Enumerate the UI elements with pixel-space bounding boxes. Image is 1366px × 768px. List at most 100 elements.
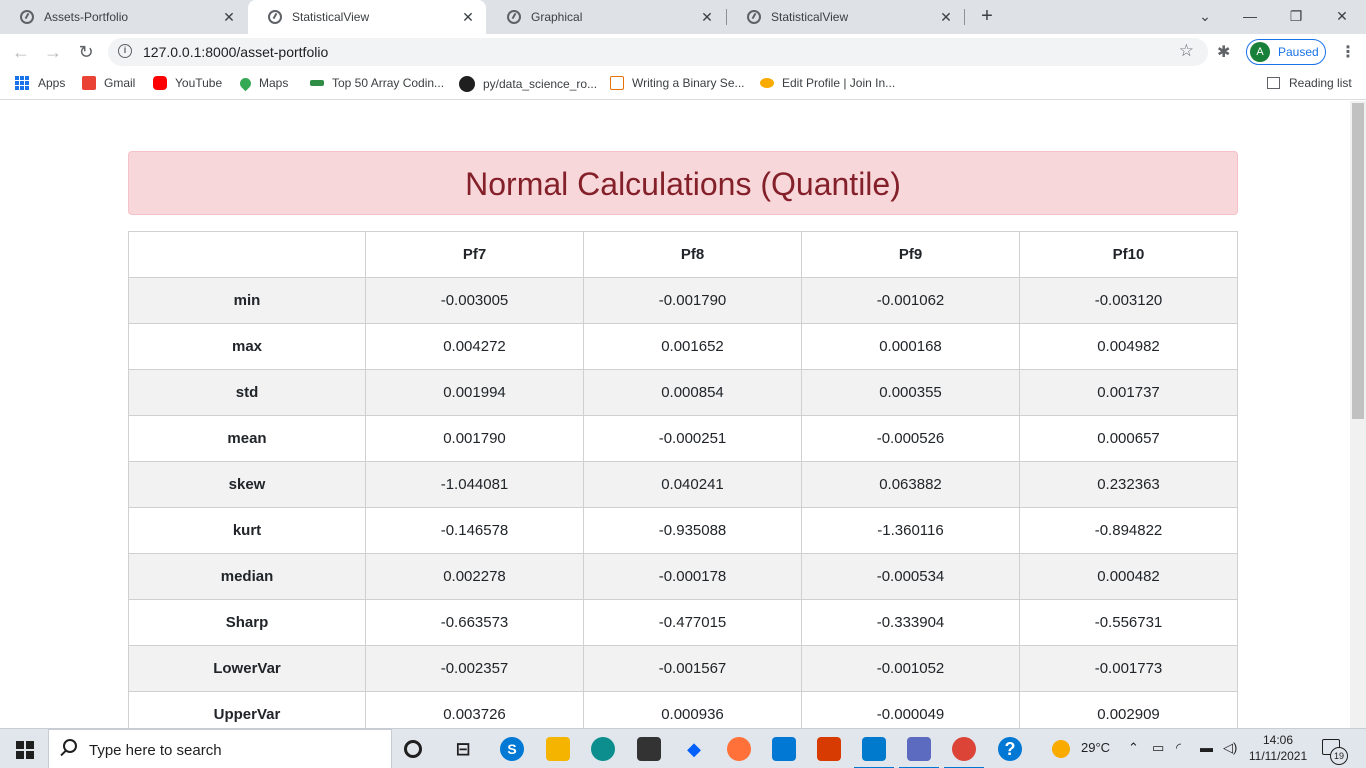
bookmark-label: Gmail	[104, 76, 136, 90]
vscode-icon[interactable]	[854, 737, 894, 768]
back-button[interactable]: ←	[10, 41, 32, 63]
notification-count-badge: 19	[1330, 747, 1348, 765]
forward-button[interactable]: →	[42, 41, 64, 63]
battery-status-icon[interactable]: ▭	[1152, 740, 1164, 756]
bookmark-label: Writing a Binary Se...	[632, 76, 745, 90]
office-icon[interactable]	[817, 737, 841, 761]
table-cell: -0.000251	[583, 415, 802, 462]
reading-list-button[interactable]: Reading list	[1267, 76, 1352, 90]
edge-icon[interactable]	[591, 737, 615, 761]
windows-start-icon[interactable]	[16, 741, 34, 759]
bookmark-edit-profile[interactable]: Edit Profile | Join In...	[760, 76, 895, 90]
table-cell: 0.002909	[1019, 691, 1238, 728]
close-window-button[interactable]: ✕	[1330, 5, 1354, 27]
bookmark-youtube[interactable]: YouTube	[153, 76, 222, 90]
table-cell: -0.003120	[1019, 277, 1238, 324]
bookmark-binary-search[interactable]: Writing a Binary Se...	[610, 76, 745, 90]
row-label: std	[128, 369, 366, 416]
firefox-icon[interactable]	[727, 737, 751, 761]
profile-button[interactable]: A Paused	[1246, 39, 1326, 65]
tab-title: StatisticalView	[292, 10, 370, 24]
bookmark-geeksforgeeks[interactable]: Top 50 Array Codin...	[310, 76, 444, 90]
table-cell: -0.556731	[1019, 599, 1238, 646]
weather-temperature[interactable]: 29°C	[1081, 740, 1110, 755]
table-row: kurt -0.146578 -0.935088 -1.360116 -0.89…	[128, 507, 1238, 554]
statistics-table: Pf7 Pf8 Pf9 Pf10 min -0.003005 -0.001790…	[128, 231, 1238, 728]
new-tab-button[interactable]: +	[977, 6, 997, 26]
table-row: Sharp -0.663573 -0.477015 -0.333904 -0.5…	[128, 599, 1238, 646]
volume-icon[interactable]: ◁)	[1223, 740, 1237, 756]
close-icon[interactable]: ✕	[460, 9, 476, 25]
tab-graphical[interactable]: Graphical ✕	[487, 0, 725, 34]
scrollbar-thumb[interactable]	[1352, 103, 1364, 419]
extensions-puzzle-icon[interactable]: ✱	[1217, 42, 1230, 62]
tab-statisticalview-active[interactable]: StatisticalView ✕	[248, 0, 486, 34]
table-cell: 0.000657	[1019, 415, 1238, 462]
address-bar[interactable]: i 127.0.0.1:8000/asset-portfolio ☆	[108, 38, 1208, 66]
info-icon[interactable]: i	[118, 44, 132, 58]
table-row: UpperVar 0.003726 0.000936 -0.000049 0.0…	[128, 691, 1238, 728]
table-cell: -0.001052	[801, 645, 1020, 692]
chrome-icon[interactable]	[944, 737, 984, 768]
skype-icon[interactable]: S	[500, 737, 524, 761]
bookmark-label: Edit Profile | Join In...	[782, 76, 896, 90]
close-icon[interactable]: ✕	[221, 9, 237, 25]
bookmark-github[interactable]: py/data_science_ro...	[459, 76, 597, 92]
table-cell: 0.001790	[365, 415, 584, 462]
bookmark-maps[interactable]: Maps	[237, 75, 288, 91]
maps-pin-icon	[237, 75, 254, 91]
table-row: mean 0.001790 -0.000251 -0.000526 0.0006…	[128, 415, 1238, 462]
bookmark-apps[interactable]: Apps	[15, 76, 65, 90]
close-icon[interactable]: ✕	[699, 9, 715, 25]
taskbar-search-box[interactable]: Type here to search	[48, 729, 392, 768]
page-title: Normal Calculations (Quantile)	[465, 166, 901, 202]
menu-kebab-icon[interactable]: ⋮	[1340, 42, 1356, 62]
bookmark-gmail[interactable]: Gmail	[82, 76, 135, 90]
power-icon[interactable]: ▬	[1200, 740, 1213, 755]
chevron-up-icon[interactable]: ⌃	[1128, 740, 1139, 756]
reload-button[interactable]: ↻	[75, 41, 97, 63]
globe-icon	[268, 10, 282, 24]
file-explorer-icon[interactable]	[546, 737, 570, 761]
weather-sun-icon[interactable]	[1052, 740, 1070, 758]
tab-assets-portfolio[interactable]: Assets-Portfolio ✕	[0, 0, 247, 34]
windows-taskbar: Type here to search ⊟ S ◆ ? 29°C ⌃ ▭ ◜ ▬…	[0, 728, 1366, 768]
bookmark-star-icon[interactable]: ☆	[1179, 41, 1194, 61]
restore-button[interactable]: ❐	[1284, 5, 1308, 27]
table-cell: -0.894822	[1019, 507, 1238, 554]
tab-statisticalview[interactable]: StatisticalView ✕	[727, 0, 964, 34]
help-icon[interactable]: ?	[998, 737, 1022, 761]
search-placeholder[interactable]: Type here to search	[89, 742, 222, 759]
column-header: Pf9	[801, 231, 1020, 278]
table-row: median 0.002278 -0.000178 -0.000534 0.00…	[128, 553, 1238, 600]
store-icon[interactable]	[637, 737, 661, 761]
table-cell: 0.004272	[365, 323, 584, 370]
gmail-icon	[82, 76, 96, 90]
reading-list-icon	[1267, 77, 1280, 89]
cortana-icon[interactable]	[404, 740, 422, 758]
apps-grid-icon	[15, 76, 29, 90]
wifi-icon[interactable]: ◜	[1176, 740, 1181, 756]
mail-icon[interactable]	[772, 737, 796, 761]
search-icon	[63, 739, 77, 753]
system-clock[interactable]: 14:06 11/11/2021	[1245, 732, 1311, 764]
youtube-icon	[153, 76, 167, 90]
task-view-icon[interactable]: ⊟	[451, 737, 475, 761]
url-text[interactable]: 127.0.0.1:8000/asset-portfolio	[143, 44, 328, 60]
minimize-button[interactable]: —	[1238, 5, 1262, 27]
table-cell: -0.000049	[801, 691, 1020, 728]
dropbox-icon[interactable]: ◆	[682, 737, 706, 761]
page-scrollbar[interactable]	[1350, 101, 1366, 728]
table-cell: 0.001737	[1019, 369, 1238, 416]
row-label: mean	[128, 415, 366, 462]
table-cell: -0.663573	[365, 599, 584, 646]
close-icon[interactable]: ✕	[938, 9, 954, 25]
table-row: LowerVar -0.002357 -0.001567 -0.001052 -…	[128, 645, 1238, 692]
remote-app-icon[interactable]	[899, 737, 939, 768]
tab-search-dropdown[interactable]: ⌄	[1193, 5, 1217, 27]
search-page-icon	[610, 76, 624, 90]
clock-time: 14:06	[1262, 733, 1294, 747]
table-cell: -0.001773	[1019, 645, 1238, 692]
avatar: A	[1250, 42, 1270, 62]
tab-title: Graphical	[531, 10, 583, 24]
